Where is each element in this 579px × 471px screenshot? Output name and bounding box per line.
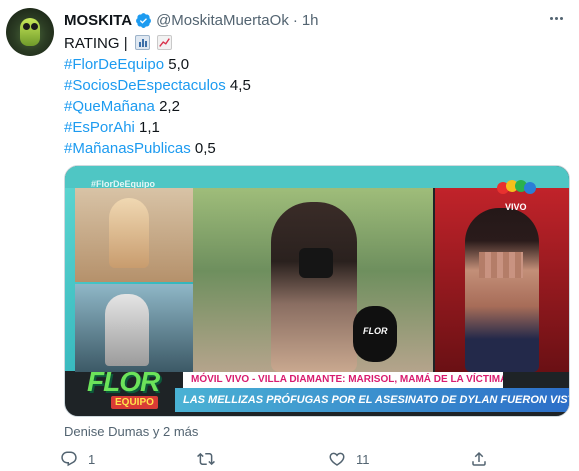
hashtag-link[interactable]: #EsPorAhi <box>64 119 135 136</box>
show-logo: FLOR EQUIPO <box>87 366 167 414</box>
hashtag-link[interactable]: #SociosDeEspectaculos <box>64 77 226 94</box>
timestamp[interactable]: 1h <box>302 12 319 29</box>
avatar[interactable] <box>6 8 54 56</box>
rating-value: 1,1 <box>134 119 160 136</box>
rating-label: RATING | <box>64 35 128 52</box>
like-count: 11 <box>356 451 370 467</box>
avatar-eye-right <box>31 23 38 30</box>
tagged-users[interactable]: Denise Dumas y 2 más <box>64 424 198 439</box>
media-panel-interview: FLOR <box>193 188 433 372</box>
rating-item: #FlorDeEquipo 5,0 <box>64 54 564 75</box>
reply-icon <box>61 451 77 467</box>
lower-third-bottom: LAS MELLIZAS PRÓFUGAS POR EL ASESINATO D… <box>175 388 569 412</box>
retweet-button[interactable] <box>197 449 225 469</box>
hashtag-link[interactable]: #FlorDeEquipo <box>64 56 164 73</box>
tagged-users-label[interactable]: Denise Dumas y 2 más <box>64 424 198 439</box>
bar-chart-emoji <box>134 35 150 50</box>
tweet-actions: 1 11 <box>60 449 560 469</box>
reply-button[interactable]: 1 <box>60 449 95 469</box>
separator-dot: · <box>292 11 298 29</box>
avatar-eye-left <box>23 23 30 30</box>
like-button[interactable]: 11 <box>328 449 370 469</box>
hashtag-link[interactable]: #MañanasPublicas <box>64 140 191 157</box>
more-options-icon[interactable] <box>545 8 567 28</box>
chart-increasing-emoji <box>156 35 172 50</box>
tweet-text: RATING | #FlorDeEquipo 5,0 #SociosDeEspe… <box>64 33 564 159</box>
hashtag-link[interactable]: #QueMañana <box>64 98 155 115</box>
tweet[interactable]: MOSKITA @MoskitaMuertaOk · 1h RATING | #… <box>0 0 579 471</box>
rating-item: #SociosDeEspectaculos 4,5 <box>64 75 564 96</box>
retweet-icon <box>197 452 215 466</box>
show-logo-sub: EQUIPO <box>111 396 158 409</box>
share-icon <box>472 451 486 466</box>
rating-value: 0,5 <box>190 140 216 157</box>
rating-line: RATING | <box>64 33 564 54</box>
pixelated-face <box>479 252 523 278</box>
rating-value: 5,0 <box>164 56 190 73</box>
avatar-image <box>20 18 40 46</box>
media-panel-photo <box>435 188 569 372</box>
rating-item: #MañanasPublicas 0,5 <box>64 138 564 159</box>
media-panel-guest <box>75 284 193 372</box>
microphone-label: FLOR <box>363 326 388 336</box>
rating-item: #EsPorAhi 1,1 <box>64 117 564 138</box>
rating-value: 2,2 <box>154 98 180 115</box>
display-name[interactable]: MOSKITA <box>64 12 132 29</box>
face-mask <box>299 248 333 278</box>
show-logo-main: FLOR <box>87 366 160 397</box>
media-panel-host <box>75 188 193 282</box>
tweet-media-image[interactable]: #FlorDeEquipo FLOR VIVO FLOR EQUIPO MÓVI… <box>64 165 570 417</box>
heart-icon <box>329 452 345 466</box>
reply-count: 1 <box>88 451 96 467</box>
rating-item: #QueMañana 2,2 <box>64 96 564 117</box>
rating-value: 4,5 <box>225 77 251 94</box>
lower-third-top: MÓVIL VIVO - VILLA DIAMANTE: MARISOL, MA… <box>183 372 503 388</box>
channel-live-label: VIVO <box>505 202 527 212</box>
handle[interactable]: @MoskitaMuertaOk <box>156 12 289 29</box>
tweet-header: MOSKITA @MoskitaMuertaOk · 1h <box>64 10 319 30</box>
verified-badge-icon <box>136 12 151 28</box>
share-button[interactable] <box>470 449 498 469</box>
